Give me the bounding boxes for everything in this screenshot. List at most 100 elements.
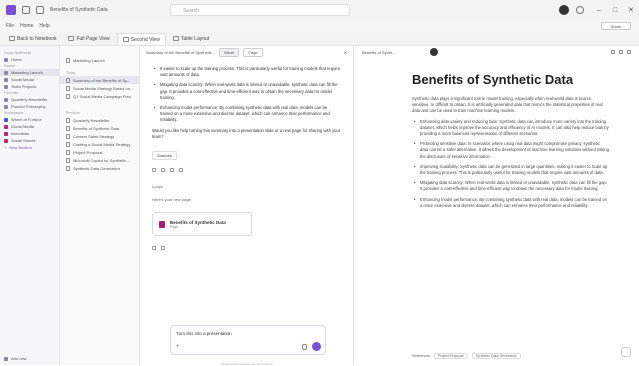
response-actions [140,164,353,176]
page-card-subtitle: Page [170,224,179,229]
settings-icon[interactable] [576,6,584,14]
page-item[interactable]: Quarterly Newsletter [60,116,139,124]
thumbs-down-icon[interactable] [179,168,183,173]
sidebar-item-social-media[interactable]: Social Media [0,123,59,130]
sidebar-item-newsletter[interactable]: Quarterly Newsletter [0,96,59,103]
sidebar-item-label: Interviews [11,131,30,136]
share-button[interactable]: Share [601,22,631,30]
undo-icon[interactable] [36,6,44,14]
menu-home[interactable]: Home [20,23,33,29]
loop-label: Loops [152,184,163,190]
thumbs-up-icon[interactable] [170,168,174,173]
page-icon [66,149,70,155]
page-icon [66,141,70,147]
table-icon [172,36,179,41]
page-icon [66,165,70,171]
window-controls: – □ ✕ [591,0,639,20]
loop-text: Here's your new page: [152,197,192,203]
reference-chip[interactable]: Project Proposal [433,353,468,359]
send-button[interactable] [312,342,321,351]
page-item-label: Q1 Social Media Campaign Plan [73,93,131,99]
share-icon[interactable] [611,50,615,54]
notebook-icon [9,36,15,41]
breadcrumb[interactable]: Benefits of Synth... [362,50,396,55]
response-question: Would you like help turning this summary… [152,127,341,139]
sidebar-item-team[interactable]: Team Projects [0,83,59,90]
avatar[interactable] [559,5,569,15]
sidebar-item-label: Social Stories [11,138,36,143]
copilot-chat-panel: Summary of the Benefits of Synthetic... … [140,46,354,366]
page-list-header: Marketing Launch [60,56,139,64]
page-item[interactable]: Microsoft Copilot for Synthetic... [60,156,139,164]
week-button[interactable]: Week [219,47,240,57]
sources-button[interactable]: Sources [152,151,177,161]
page-item[interactable]: Benefits of Synthetic Data [60,124,139,132]
page-item[interactable]: Summary of the Benefits of Sy... [60,76,139,84]
tab-label: Table Layout [180,36,210,42]
document-header: Benefits of Synth... [354,46,639,58]
page-item-label: Social Media Strategy Based on... [73,85,134,91]
page-button[interactable]: Page [243,47,263,57]
section-icon [4,138,8,143]
sidebar-item-label: Social Media [11,124,34,129]
menu-help[interactable]: Help [39,23,49,29]
page-item[interactable]: Content Sales Strategy [60,132,139,140]
tab-label: Back to Notebook [17,36,57,42]
add-new-button[interactable]: Add new [4,356,27,361]
app-logo-icon [6,5,16,15]
references-label: References [412,354,430,358]
sidebar-item-stories[interactable]: Social Stories [0,137,59,144]
menu-file[interactable]: File [6,23,14,29]
page-item-label: Microsoft Copilot for Synthetic... [73,157,130,163]
sidebar-item-home[interactable]: Home [0,56,59,63]
expand-icon[interactable] [627,50,631,54]
tab-second-view[interactable]: Second View [116,33,166,45]
sidebar-item-wheel[interactable]: Wheel of Fortune [0,116,59,123]
tab-label: Second View [130,37,160,43]
page-icon [66,133,70,139]
sidebar-item-social[interactable]: Social Media [0,76,59,83]
page-list: Marketing Launch Today Summary of the Be… [60,46,140,365]
close-icon[interactable]: ✕ [344,50,347,55]
page-icon [66,77,70,83]
sidebar-item-new-section[interactable]: + New Section [0,144,59,151]
close-window-button[interactable]: ✕ [623,0,639,20]
tab-table-layout[interactable]: Table Layout [168,33,214,45]
chat-title: Summary of the Benefits of Synthetic... [146,49,216,55]
composer-input[interactable]: Turn this into a presentation [176,331,232,336]
page-item-label: Benefits of Synthetic Data [73,125,120,131]
tab-full-page[interactable]: Full Page View [63,33,114,45]
add-icon [4,356,8,361]
document-bullet: Enhancing model performance: By combinin… [412,197,609,209]
retry-icon[interactable] [161,168,165,173]
copy-icon[interactable] [152,246,156,251]
help-icon[interactable] [621,347,631,357]
document-bullet: Protecting sensitive data: In scenarios … [412,141,609,160]
save-icon[interactable] [22,6,30,14]
section-icon [4,124,8,129]
page-item[interactable]: Social Media Strategy Based on... [60,84,139,92]
avatar[interactable] [429,48,438,56]
chat-composer[interactable]: Turn this into a presentation + [170,325,326,355]
add-icon[interactable]: + [176,344,180,350]
sidebar-item-philosophy[interactable]: Product Philosophy [0,103,59,110]
microphone-icon[interactable] [302,344,307,350]
page-item[interactable]: Q1 Social Media Campaign Plan [60,92,139,100]
add-icon: + [4,145,7,150]
more-icon[interactable] [619,50,623,54]
page-card[interactable]: Benefits of Synthetic Data Page [152,212,252,237]
page-item[interactable]: Synthetic Data Generation [60,164,139,172]
thumbs-up-icon[interactable] [161,246,165,251]
sidebar-item-interviews[interactable]: Interviews [0,130,59,137]
page-item[interactable]: Crafting a Social Media Strategy [60,140,139,148]
sidebar-item-marketing[interactable]: Marketing Launch [0,69,59,76]
copy-icon[interactable] [152,168,156,173]
maximize-button[interactable]: □ [607,0,623,20]
page-item-label: Project Proposal [73,149,103,155]
minimize-button[interactable]: – [591,0,607,20]
page-item[interactable]: Project Proposal [60,148,139,156]
tab-back[interactable]: Back to Notebook [4,33,61,45]
reference-chip[interactable]: Synthetic Data Generation [471,353,521,359]
page-list-title: Marketing Launch [73,57,105,63]
search-input[interactable]: Search [170,4,350,16]
